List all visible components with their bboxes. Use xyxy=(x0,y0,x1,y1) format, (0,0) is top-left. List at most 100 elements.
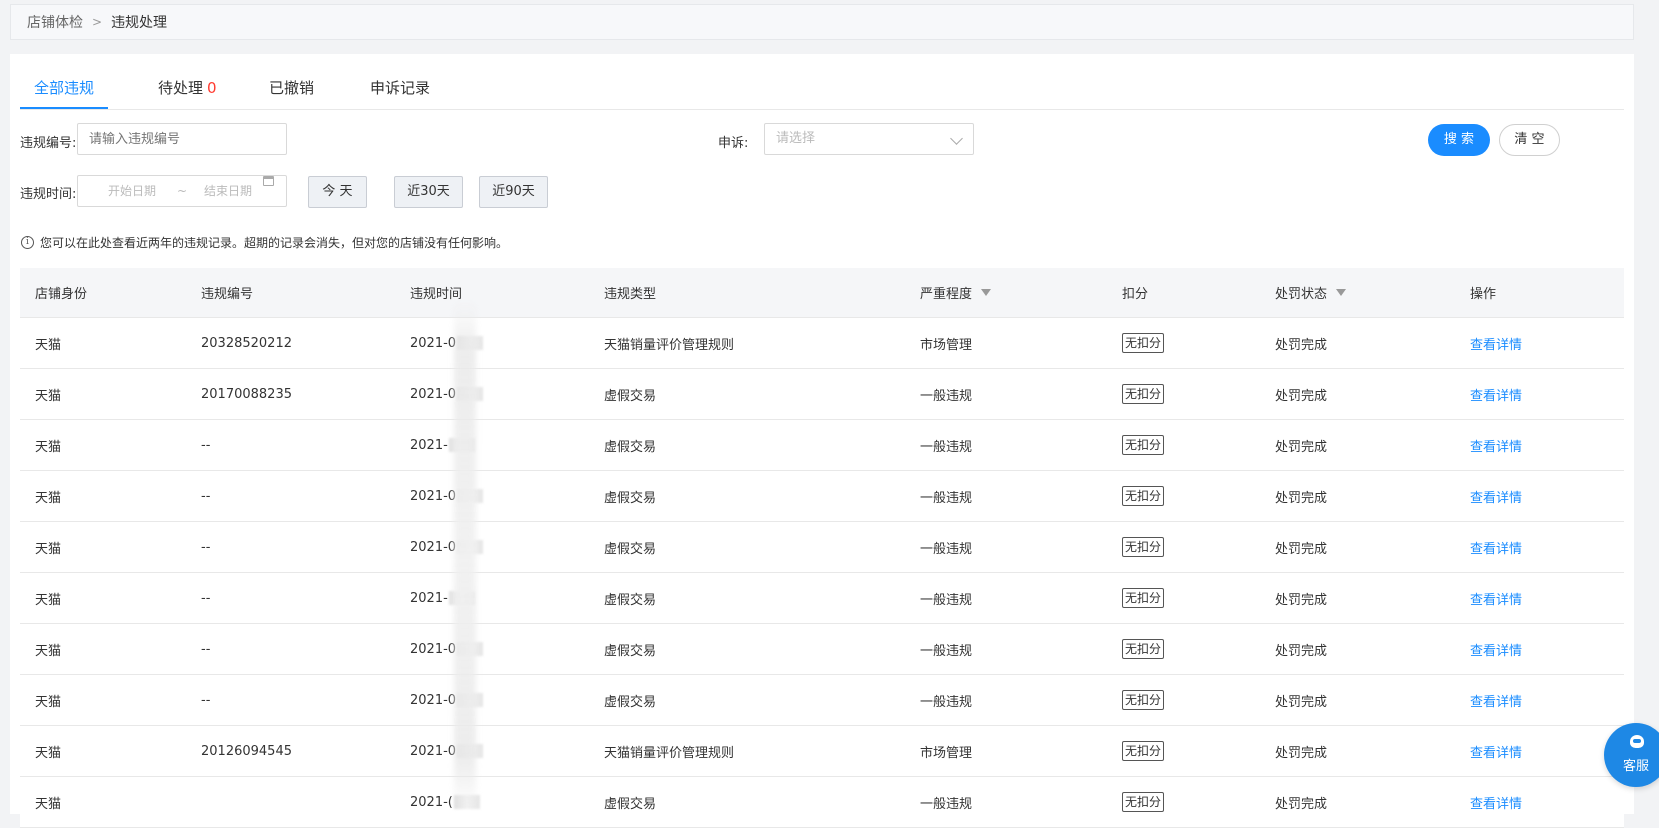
tab-label: 待处理 xyxy=(158,79,204,97)
table-row: 天猫 20170088235 2021-0 虚假交易 一般违规 无扣分 处罚完成 查看详情 xyxy=(20,369,1624,420)
cell-store: 天猫 xyxy=(35,624,61,674)
view-details-link[interactable]: 查看详情 xyxy=(1470,573,1522,623)
cell-store: 天猫 xyxy=(35,675,61,725)
cell-violation-time-text: 2021-0 xyxy=(410,539,457,555)
filter-icon[interactable] xyxy=(981,289,992,296)
today-button[interactable]: 今 天 xyxy=(308,176,367,208)
view-details-link-text[interactable]: 查看详情 xyxy=(1470,385,1522,404)
pending-count-badge: 0 xyxy=(207,79,217,97)
tab-appeal-records[interactable]: 申诉记录 xyxy=(370,54,430,109)
cell-penalty-status-text: 处罚完成 xyxy=(1275,337,1328,353)
appeal-label: 申诉: xyxy=(718,136,749,151)
cell-violation-id: -- xyxy=(201,420,210,470)
table-row: 天猫 20328520212 2021-0 天猫销量评价管理规则 市场管理 无扣分 处罚完成… xyxy=(20,318,1624,369)
cell-penalty-status: 处罚完成 xyxy=(1275,420,1327,470)
filter-icon[interactable] xyxy=(1336,289,1347,296)
cell-violation-time-text: 2021- xyxy=(410,437,448,453)
cell-violation-id-text: -- xyxy=(201,641,211,657)
table-row: 天猫 2021-(虚假交易 一般违规 无扣分 处罚完成 查看详情 xyxy=(20,777,1624,828)
cell-violation-type-text: 虚假交易 xyxy=(604,541,657,557)
view-details-link[interactable]: 查看详情 xyxy=(1470,675,1522,725)
cell-penalty-status: 处罚完成 xyxy=(1275,726,1327,776)
view-details-link[interactable]: 查看详情 xyxy=(1470,777,1522,827)
view-details-link-text[interactable]: 查看详情 xyxy=(1470,436,1522,455)
view-details-link[interactable]: 查看详情 xyxy=(1470,420,1522,470)
tab-label: 全部违规 xyxy=(34,79,95,97)
tab-revoked[interactable]: 已撤销 xyxy=(269,54,314,109)
view-details-link[interactable]: 查看详情 xyxy=(1470,369,1522,419)
breadcrumb: 店铺体检 > 违规处理 xyxy=(10,4,1634,40)
breadcrumb-current: 违规处理 xyxy=(111,15,168,31)
cell-deduction: 无扣分 xyxy=(1122,573,1165,623)
cell-violation-id: -- xyxy=(201,675,210,725)
tab-all-violations[interactable]: 全部违规 xyxy=(20,54,109,109)
table-row: 天猫 -- 2021-0 虚假交易 一般违规 无扣分 处罚完成 查看详情 xyxy=(20,675,1624,726)
cell-severity: 一般违规 xyxy=(920,624,972,674)
appeal-select[interactable]: 请选择 xyxy=(764,123,974,155)
table-row: 天猫 -- 2021- 虚假交易 一般违规 无扣分 处罚完成 查看详情 xyxy=(20,420,1624,471)
cell-violation-id: -- xyxy=(201,573,210,623)
view-details-link-text[interactable]: 查看详情 xyxy=(1470,793,1522,812)
cell-violation-time-text: 2021-0 xyxy=(410,641,457,657)
cell-violation-type: 虚假交易 xyxy=(604,420,656,470)
violation-id-input[interactable] xyxy=(77,123,287,155)
last-90-days-button[interactable]: 近90天 xyxy=(479,176,548,208)
view-details-link-text[interactable]: 查看详情 xyxy=(1470,589,1522,608)
cell-severity-text: 一般违规 xyxy=(920,592,973,608)
breadcrumb-separator: > xyxy=(92,15,103,29)
cell-deduction-text: 无扣分 xyxy=(1122,639,1165,659)
view-details-link-text[interactable]: 查看详情 xyxy=(1470,538,1522,557)
cell-deduction-text: 无扣分 xyxy=(1122,486,1165,506)
cell-violation-time-text: 2021-( xyxy=(410,794,453,810)
cell-severity-text: 一般违规 xyxy=(920,643,973,659)
view-details-link[interactable]: 查看详情 xyxy=(1470,624,1522,674)
header-violation-id: 违规编号 xyxy=(201,287,254,302)
view-details-link-text[interactable]: 查看详情 xyxy=(1470,640,1522,659)
view-details-link[interactable]: 查看详情 xyxy=(1470,318,1522,368)
view-details-link-text[interactable]: 查看详情 xyxy=(1470,691,1522,710)
cell-store: 天猫 xyxy=(35,369,61,419)
cell-deduction: 无扣分 xyxy=(1122,777,1165,827)
appeal-select-placeholder: 请选择 xyxy=(776,131,816,146)
search-button[interactable]: 搜 索 xyxy=(1428,124,1490,156)
breadcrumb-parent[interactable]: 店铺体检 xyxy=(27,12,83,32)
cell-store: 天猫 xyxy=(35,777,61,827)
view-details-link[interactable]: 查看详情 xyxy=(1470,726,1522,776)
cell-violation-type-text: 虚假交易 xyxy=(604,643,657,659)
cell-store-text: 天猫 xyxy=(35,796,62,812)
cell-penalty-status: 处罚完成 xyxy=(1275,522,1327,572)
view-details-link-text[interactable]: 查看详情 xyxy=(1470,334,1522,353)
cell-deduction-text: 无扣分 xyxy=(1122,588,1165,608)
cell-violation-time-text: 2021-0 xyxy=(410,386,457,402)
clear-button[interactable]: 清 空 xyxy=(1499,124,1560,156)
cell-penalty-status-text: 处罚完成 xyxy=(1275,745,1328,761)
tab-bar: 全部违规 待处理 0 已撤销 申诉记录 xyxy=(20,54,1624,110)
cell-violation-id: 20126094545 xyxy=(201,726,292,776)
last-30-days-button[interactable]: 近30天 xyxy=(394,176,463,208)
notice-text: 您可以在此处查看近两年的违规记录。超期的记录会消失，但对您的店铺没有任何影响。 xyxy=(40,236,509,250)
cell-severity: 一般违规 xyxy=(920,522,972,572)
cell-violation-time-text: 2021-0 xyxy=(410,335,457,351)
table-row: 天猫 -- 2021-0 虚假交易 一般违规 无扣分 处罚完成 查看详情 xyxy=(20,522,1624,573)
cell-store: 天猫 xyxy=(35,573,61,623)
view-details-link[interactable]: 查看详情 xyxy=(1470,471,1522,521)
cell-violation-type: 天猫销量评价管理规则 xyxy=(604,726,734,776)
view-details-link[interactable]: 查看详情 xyxy=(1470,522,1522,572)
cell-violation-time-text: 2021-0 xyxy=(410,743,457,759)
cell-severity: 一般违规 xyxy=(920,471,972,521)
tab-pending[interactable]: 待处理 0 xyxy=(158,54,217,109)
view-details-link-text[interactable]: 查看详情 xyxy=(1470,487,1522,506)
cell-penalty-status-text: 处罚完成 xyxy=(1275,643,1328,659)
cell-store-text: 天猫 xyxy=(35,337,62,353)
cell-store-text: 天猫 xyxy=(35,745,62,761)
cell-penalty-status: 处罚完成 xyxy=(1275,318,1327,368)
cell-deduction: 无扣分 xyxy=(1122,420,1165,470)
cell-violation-type-text: 虚假交易 xyxy=(604,592,657,608)
cell-penalty-status-text: 处罚完成 xyxy=(1275,439,1328,455)
date-range-picker[interactable]: 开始日期 ~ 结束日期 xyxy=(77,175,287,207)
cell-deduction: 无扣分 xyxy=(1122,471,1165,521)
view-details-link-text[interactable]: 查看详情 xyxy=(1470,742,1522,761)
cell-deduction-text: 无扣分 xyxy=(1122,690,1165,710)
cell-store-text: 天猫 xyxy=(35,643,62,659)
customer-service-button[interactable]: 客服 xyxy=(1604,723,1659,787)
